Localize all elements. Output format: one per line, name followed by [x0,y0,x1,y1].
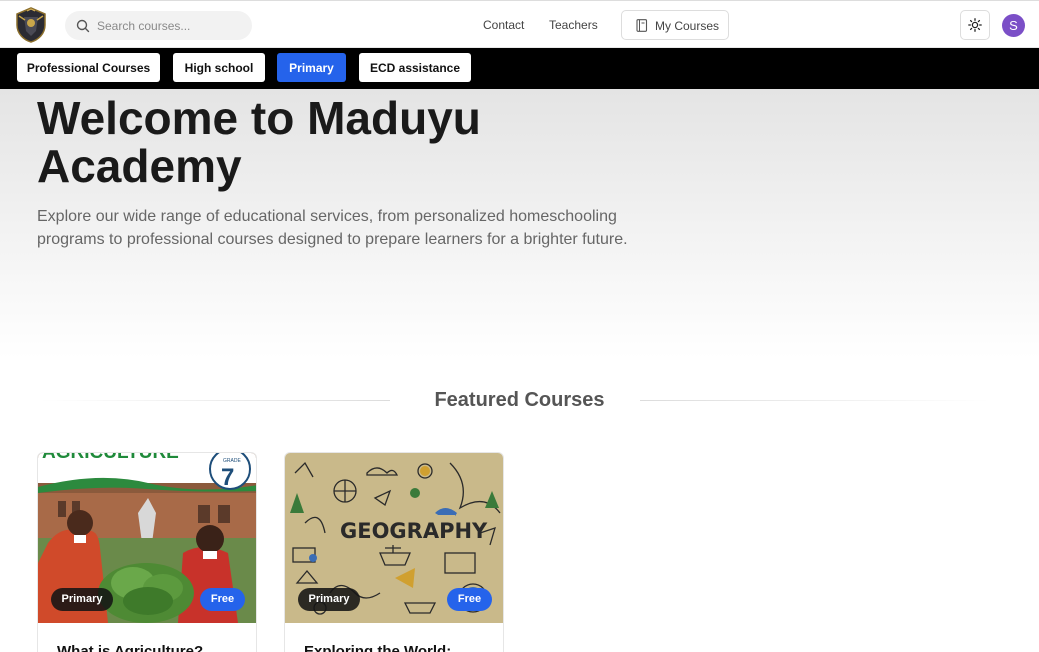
course-title: Exploring the World: [304,643,452,652]
my-courses-label: My Courses [655,19,720,33]
crest-logo-icon[interactable] [14,7,48,43]
search-icon [76,19,90,33]
nav-link-contact[interactable]: Contact [483,18,524,32]
course-card-geography[interactable]: GEOGRAPHY Primary Free Exploring the Wor… [284,452,504,652]
nav-link-teachers[interactable]: Teachers [549,18,598,32]
course-price-badge: Free [200,588,245,611]
user-avatar[interactable]: S [1002,14,1025,37]
category-high-school[interactable]: High school [173,53,265,82]
sun-icon [968,18,982,32]
course-level-badge: Primary [51,588,113,611]
my-courses-button[interactable]: My Courses [621,10,729,40]
category-professional-courses[interactable]: Professional Courses [17,53,160,82]
course-title: What is Agriculture? [57,643,204,652]
thumb-grade-number: 7 [221,464,234,491]
top-navbar: Contact Teachers My Courses S [0,0,1039,48]
featured-courses-heading: Featured Courses [434,389,605,411]
category-primary[interactable]: Primary [277,53,346,82]
search-box[interactable] [65,11,252,40]
hero-subtitle: Explore our wide range of educational se… [37,208,628,248]
hero-section: Welcome to Maduyu Academy Explore our wi… [0,89,1039,359]
category-bar: Professional Courses High school Primary… [0,48,1039,89]
thumb-geography-text: GEOGRAPHY [340,519,488,543]
course-price-badge: Free [447,588,492,611]
course-level-badge: Primary [298,588,360,611]
category-ecd-assistance[interactable]: ECD assistance [359,53,471,82]
hero-title: Welcome to Maduyu Academy [37,92,481,192]
course-card-agriculture[interactable]: AGRICULTURE GRADE 7 Primary Free What is… [37,452,257,652]
theme-toggle-button[interactable] [960,10,990,40]
search-input[interactable] [97,11,247,40]
book-icon [636,19,648,32]
thumb-banner-text: AGRICULTURE [42,453,179,463]
